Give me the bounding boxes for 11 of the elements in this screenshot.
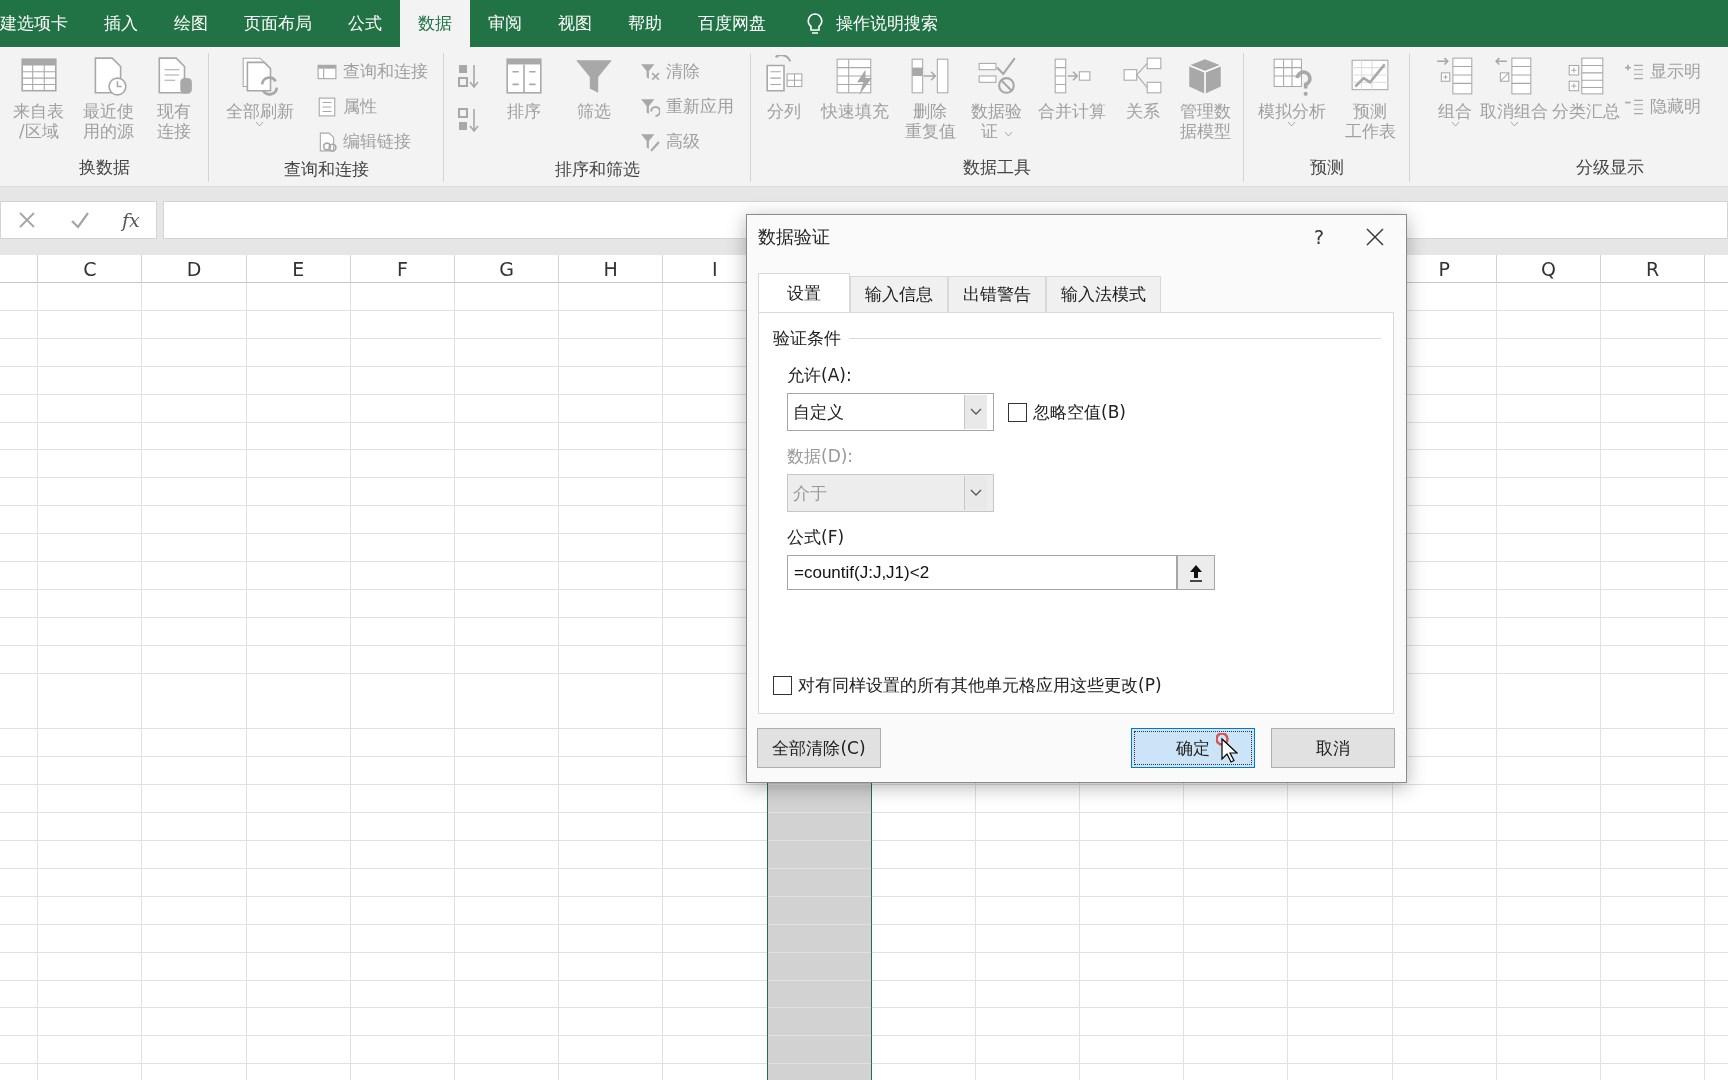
field-label: 数据(D): xyxy=(787,446,854,466)
dialog-title: 数据验证 xyxy=(758,225,831,249)
group-label: 分级显示 xyxy=(1576,157,1644,177)
group-label: 数据工具 xyxy=(963,157,1031,177)
field-label: 公式(F) xyxy=(787,527,845,547)
group-label: 预测 xyxy=(1309,157,1344,177)
section-title: 验证条件 xyxy=(773,327,841,350)
field-label: 允许(A): xyxy=(787,365,852,385)
group-label: 查询和连接 xyxy=(283,159,369,179)
group-label: 排序和筛选 xyxy=(554,159,640,179)
group-label: 换数据 xyxy=(78,157,130,177)
